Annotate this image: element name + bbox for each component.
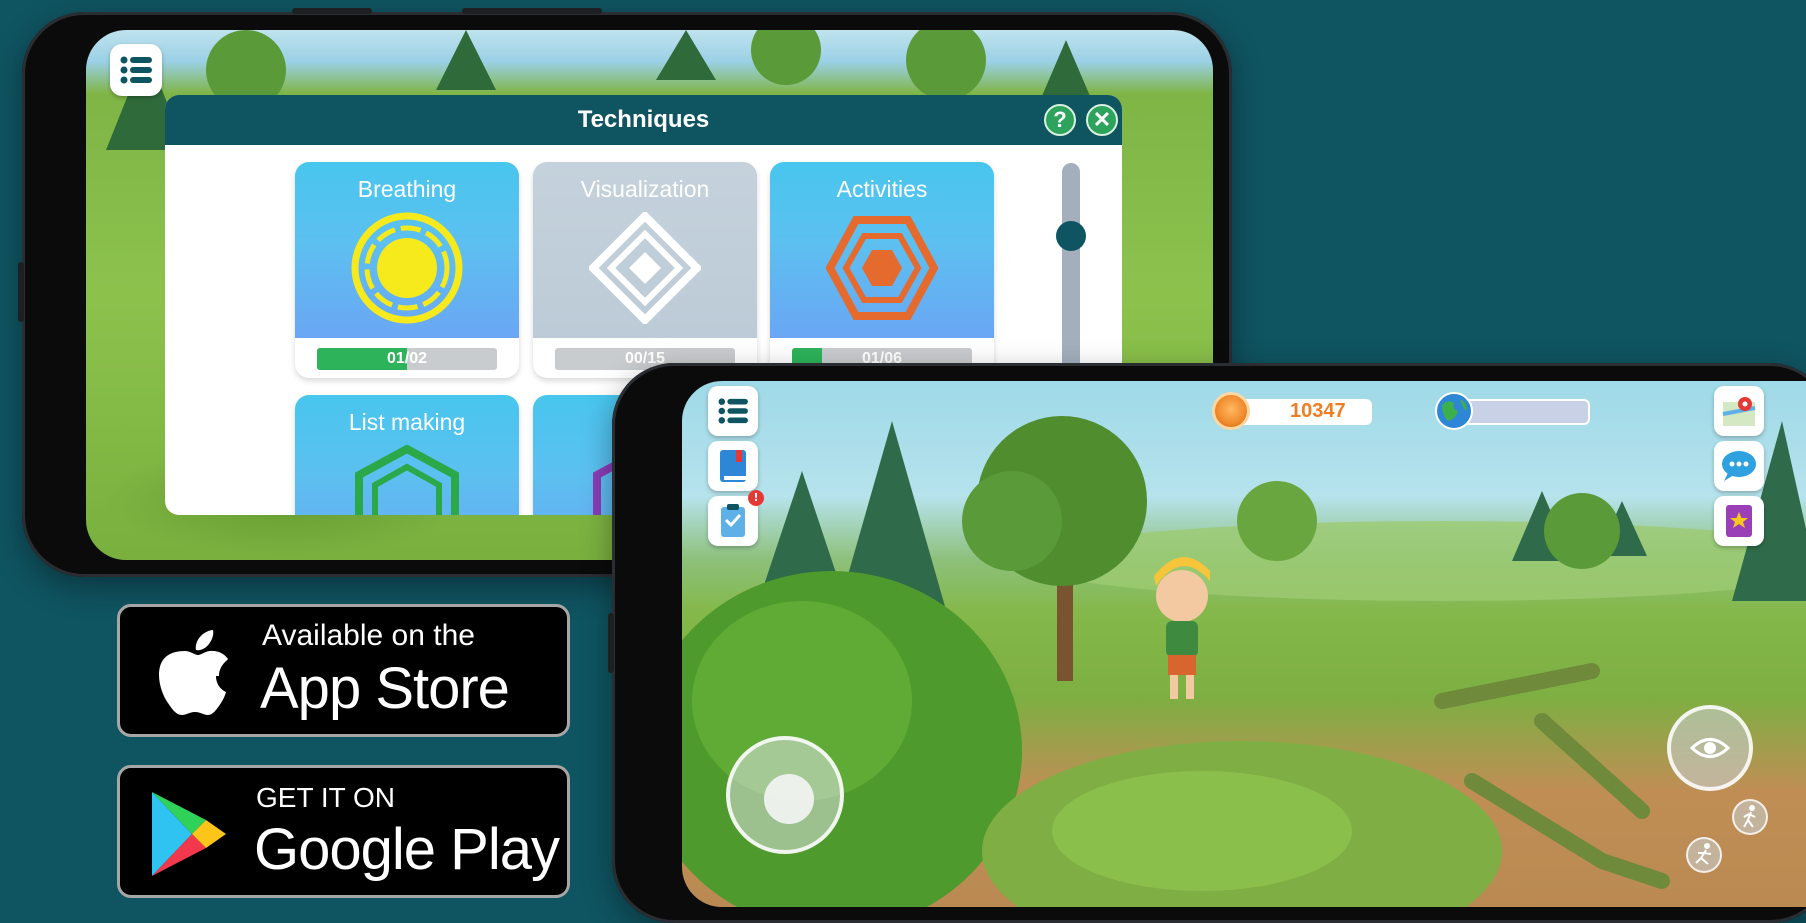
technique-card-activities[interactable]: Activities 01/06 <box>770 162 994 378</box>
chat-button[interactable] <box>1714 441 1764 491</box>
menu-icon <box>718 398 748 424</box>
phone-top-button <box>462 8 602 14</box>
coin-count: 10347 <box>1290 400 1346 422</box>
technique-card-breathing[interactable]: Breathing 01/02 <box>295 162 519 378</box>
hexagon-maze-icon <box>826 216 938 320</box>
scrollbar-thumb[interactable] <box>1056 221 1086 251</box>
list-menu-icon <box>120 56 152 84</box>
phone-frame-gameplay: ! 10347 <box>608 363 1806 923</box>
globe-icon <box>1435 392 1473 430</box>
joystick-knob[interactable] <box>764 774 814 824</box>
sun-mandala-icon <box>351 212 463 324</box>
journal-icon <box>720 450 746 482</box>
tasks-button[interactable]: ! <box>708 490 764 546</box>
scenery <box>682 416 1806 907</box>
card-progress-bar: 01/02 <box>317 348 497 370</box>
album-icon <box>1726 505 1752 537</box>
google-play-big-text: Google Play <box>254 817 560 882</box>
chat-icon <box>1722 451 1756 481</box>
diamond-maze-icon <box>589 212 701 324</box>
phone-side-button <box>18 262 24 322</box>
help-button[interactable]: ? <box>1044 104 1076 136</box>
card-label: Visualization <box>580 176 710 202</box>
phone-side-button <box>608 613 614 673</box>
menu-button[interactable] <box>110 44 162 96</box>
look-button[interactable] <box>1667 705 1753 791</box>
phone-top-button <box>292 8 372 14</box>
card-label: List making <box>348 409 466 435</box>
album-button[interactable] <box>1714 496 1764 546</box>
run-button[interactable] <box>1686 837 1722 873</box>
modal-title: Techniques <box>577 106 710 133</box>
journal-button[interactable] <box>708 441 758 491</box>
app-store-badge[interactable]: Available on the App Store <box>117 604 570 737</box>
game-scene-background <box>682 381 1806 907</box>
technique-card-list-making[interactable]: List making <box>295 395 519 515</box>
walk-button[interactable] <box>1732 799 1768 835</box>
tasks-notification-badge: ! <box>748 490 764 506</box>
card-label: Activities <box>836 176 928 202</box>
google-play-badge[interactable]: GET IT ON Google Play <box>117 765 570 898</box>
app-store-small-text: Available on the <box>262 619 475 652</box>
walk-icon <box>1743 805 1756 828</box>
tasks-icon <box>721 504 745 537</box>
eye-icon <box>1690 738 1730 758</box>
map-icon <box>1722 397 1756 426</box>
movement-joystick[interactable] <box>726 736 844 854</box>
modal-header: Techniques ? ✕ <box>165 95 1122 145</box>
card-progress-text: 01/02 <box>386 350 428 367</box>
map-button[interactable] <box>1714 386 1764 436</box>
google-play-small-text: GET IT ON <box>256 782 395 813</box>
play-triangle-icon <box>152 792 226 876</box>
run-icon <box>1695 843 1712 865</box>
technique-card-visualization[interactable]: Visualization 00/15 <box>533 162 757 378</box>
game-screen-gameplay: ! 10347 <box>682 381 1806 907</box>
coin-icon <box>1212 392 1250 430</box>
app-store-big-text: App Store <box>260 656 510 721</box>
menu-button[interactable] <box>708 386 758 436</box>
card-label: Breathing <box>357 176 457 202</box>
close-button[interactable]: ✕ <box>1086 104 1118 136</box>
green-hexagon-icon <box>355 445 459 515</box>
apple-icon <box>159 630 228 715</box>
